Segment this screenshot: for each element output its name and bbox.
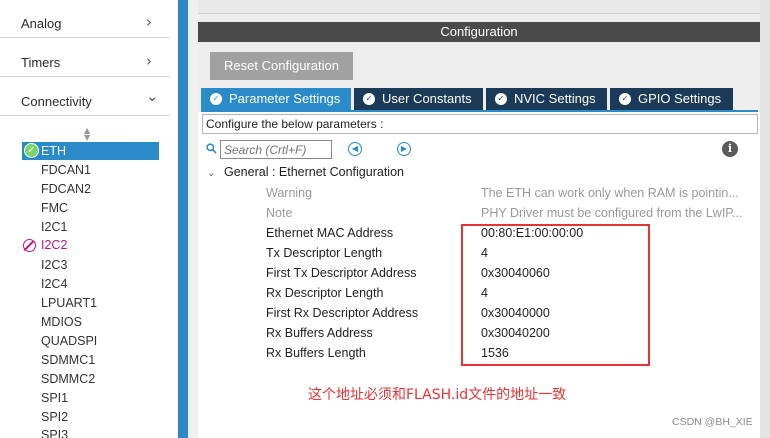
check-circle-icon: ✓ <box>24 143 39 158</box>
peripheral-item[interactable]: QUADSPI <box>41 332 97 350</box>
peripheral-item[interactable]: SPI3 <box>41 426 68 438</box>
peripheral-item[interactable]: SPI2 <box>41 408 68 426</box>
panel-splitter[interactable] <box>178 0 188 438</box>
tab-user-constants[interactable]: ✓ User Constants <box>354 88 483 110</box>
next-result-icon[interactable]: ▶ <box>397 142 411 156</box>
check-circle-icon: ✓ <box>363 93 375 105</box>
param-name: Note <box>266 206 293 220</box>
reset-configuration-button[interactable]: Reset Configuration <box>210 52 353 80</box>
category-label: Connectivity <box>21 94 92 109</box>
category-label: Analog <box>21 16 62 31</box>
category-analog[interactable]: Analog › <box>0 0 170 38</box>
check-circle-icon: ✓ <box>210 93 222 105</box>
peripheral-label: ETH <box>41 144 66 158</box>
annotation-text: 这个地址必须和FLASH.id文件的地址一致 <box>308 387 567 403</box>
peripheral-item[interactable]: SPI1 <box>41 389 68 407</box>
tab-label: NVIC Settings <box>514 91 596 106</box>
tab-parameter-settings[interactable]: ✓ Parameter Settings <box>201 88 351 110</box>
tab-nvic-settings[interactable]: ✓ NVIC Settings <box>486 88 607 110</box>
param-name: Rx Buffers Address <box>266 326 373 340</box>
configure-text: Configure the below parameters : <box>202 114 758 134</box>
peripheral-item[interactable]: FDCAN2 <box>41 180 91 198</box>
param-name: Rx Buffers Length <box>266 346 366 360</box>
left-panel: Analog › Timers › Connectivity ⌄ ▲ ▼ ✓ ET… <box>0 0 178 438</box>
check-circle-icon: ✓ <box>619 93 631 105</box>
tab-label: GPIO Settings <box>638 91 722 106</box>
highlight-box <box>461 224 650 366</box>
watermark: CSDN @BH_XIE <box>672 416 753 428</box>
peripheral-item[interactable]: I2C2 <box>41 236 67 254</box>
param-name: First Tx Descriptor Address <box>266 266 417 280</box>
search-icon <box>206 143 217 154</box>
peripheral-item[interactable]: I2C3 <box>41 256 67 274</box>
param-name: Ethernet MAC Address <box>266 226 394 240</box>
right-scrollbar[interactable] <box>760 0 770 438</box>
peripheral-item[interactable]: FDCAN1 <box>41 161 91 179</box>
sort-arrows-icon[interactable]: ▲ ▼ <box>84 127 90 142</box>
param-value[interactable]: The ETH can work only when RAM is pointi… <box>481 186 739 200</box>
peripheral-item[interactable]: SDMMC2 <box>41 370 95 388</box>
search-input[interactable] <box>220 140 332 159</box>
parameter-content: Configure the below parameters : ◀ ▶ i ⌄… <box>198 112 760 438</box>
panel-gutter <box>188 0 198 438</box>
chevron-down-icon: ⌄ <box>146 87 159 105</box>
category-label: Timers <box>21 55 61 70</box>
peripheral-item[interactable]: I2C1 <box>41 218 67 236</box>
top-strip <box>198 0 770 14</box>
peripheral-item[interactable]: SDMMC1 <box>41 351 95 369</box>
check-circle-icon: ✓ <box>495 93 507 105</box>
peripheral-item-eth[interactable]: ✓ ETH <box>22 142 159 160</box>
param-name: First Rx Descriptor Address <box>266 306 419 320</box>
configuration-panel: Configuration Reset Configuration ✓ Para… <box>198 0 770 438</box>
chevron-right-icon: › <box>146 52 152 70</box>
chevron-down-icon[interactable]: ⌄ <box>207 168 215 179</box>
peripheral-item[interactable]: MDIOS <box>41 313 82 331</box>
tab-label: User Constants <box>382 91 472 106</box>
peripheral-item[interactable]: I2C4 <box>41 275 67 293</box>
chevron-right-icon: › <box>146 13 152 31</box>
param-name: Rx Descriptor Length <box>266 286 384 300</box>
disabled-icon <box>23 239 36 252</box>
previous-result-icon[interactable]: ◀ <box>348 142 362 156</box>
tab-label: Parameter Settings <box>229 91 341 106</box>
category-timers[interactable]: Timers › <box>0 39 170 77</box>
configuration-title: Configuration <box>198 22 760 42</box>
tab-gpio-settings[interactable]: ✓ GPIO Settings <box>610 88 733 110</box>
param-name: Warning <box>266 186 313 200</box>
peripheral-item[interactable]: LPUART1 <box>41 294 97 312</box>
group-title: General : Ethernet Configuration <box>224 165 404 179</box>
param-value[interactable]: PHY Driver must be configured from the L… <box>481 206 742 220</box>
peripheral-item[interactable]: FMC <box>41 199 68 217</box>
param-name: Tx Descriptor Length <box>266 246 383 260</box>
info-icon[interactable]: i <box>722 141 738 157</box>
category-connectivity[interactable]: Connectivity ⌄ <box>0 78 170 116</box>
